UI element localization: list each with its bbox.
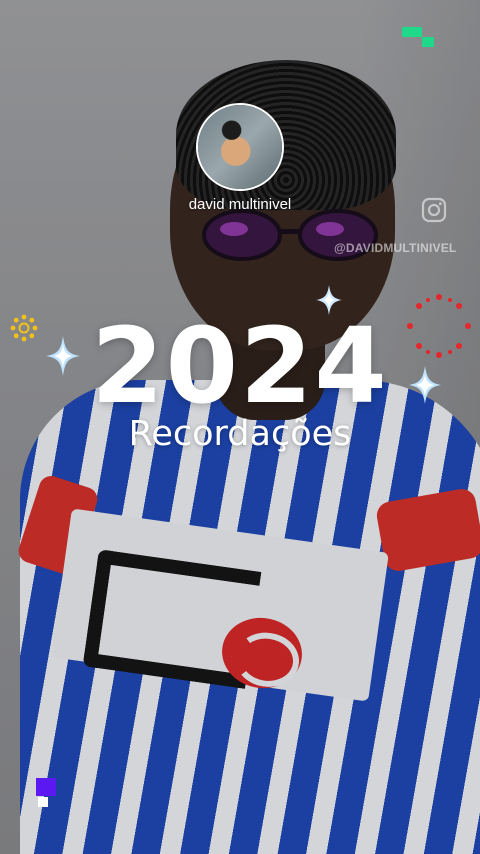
sparkle-icon — [46, 336, 80, 376]
watermark-handle: @DAVIDMULTINIVEL — [334, 241, 457, 255]
pixel-blocks-icon — [402, 27, 434, 47]
profile-avatar[interactable] — [196, 103, 284, 191]
avatar-photo — [198, 105, 282, 189]
sparkle-icon — [316, 285, 342, 315]
firework-icon — [407, 294, 471, 358]
recap-subtitle: Recordações — [128, 414, 352, 454]
pixel-blocks-icon — [36, 778, 56, 807]
sparkle-icon — [409, 366, 441, 404]
profile-username[interactable]: david multinivel — [140, 196, 340, 213]
instagram-icon — [421, 197, 447, 223]
sun-icon — [10, 314, 38, 342]
